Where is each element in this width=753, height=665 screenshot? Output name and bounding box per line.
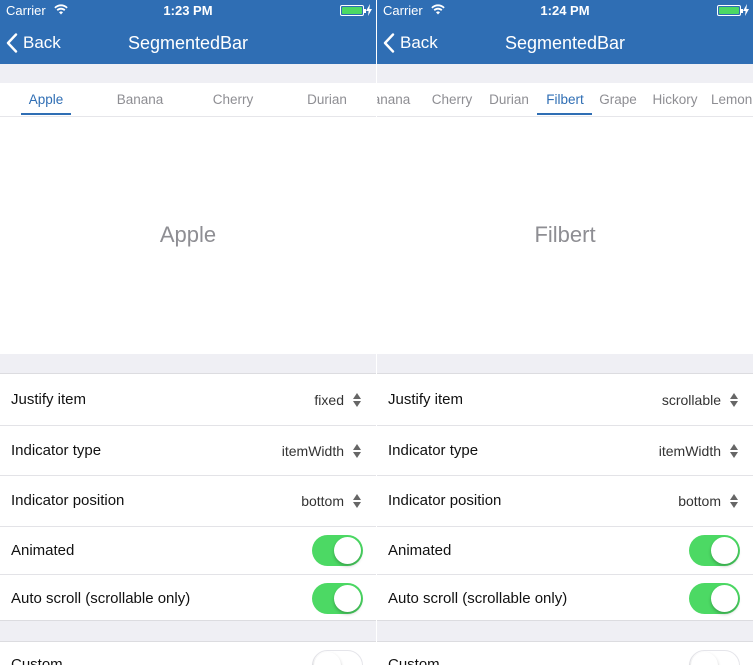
nav-title: SegmentedBar — [504, 33, 626, 53]
auto-scroll-toggle[interactable] — [312, 582, 363, 614]
setting-label: Auto scroll (scrollable only) — [11, 589, 191, 607]
screen-right: Carrier 1:24 PM Back SegmentedBar Banana… — [377, 0, 753, 665]
up-down-arrows-icon — [730, 494, 738, 508]
up-down-arrows-icon — [730, 443, 738, 458]
setting-custom: Custom — [0, 642, 376, 665]
segmented-bar: Banana Cherry Durian Filbert Grape Hicko… — [377, 83, 753, 117]
segment-indicator — [21, 113, 71, 115]
status-time: 1:24 PM — [540, 3, 590, 18]
setting-label: Indicator type — [11, 441, 102, 459]
section-spacer — [377, 64, 753, 83]
segment-durian[interactable]: Durian — [485, 83, 533, 116]
setting-label: Indicator position — [11, 492, 125, 509]
setting-label: Auto scroll (scrollable only) — [388, 589, 568, 607]
content-area: Filbert — [377, 118, 753, 354]
setting-label: Justify item — [388, 391, 464, 408]
nav-title: SegmentedBar — [127, 33, 249, 53]
setting-label: Justify item — [11, 391, 87, 408]
setting-custom: Custom — [377, 642, 753, 665]
auto-scroll-toggle[interactable] — [689, 582, 740, 614]
section-spacer — [377, 620, 753, 642]
segment-banana[interactable]: Banana — [377, 83, 417, 116]
segment-indicator — [537, 113, 592, 115]
screen-left: Carrier 1:23 PM Back SegmentedBar Apple … — [0, 0, 376, 665]
setting-label: Custom — [388, 656, 440, 665]
animated-toggle[interactable] — [689, 534, 740, 566]
segment-lemon[interactable]: Lemon — [711, 83, 753, 116]
up-down-arrows-icon — [730, 393, 738, 407]
setting-justify-item[interactable]: Justify item scrollable — [377, 375, 753, 426]
setting-indicator-type[interactable]: Indicator type itemWidth — [377, 426, 753, 476]
navigation-bar: Carrier 1:24 PM Back SegmentedBar — [377, 0, 753, 64]
segment-filbert[interactable]: Filbert — [539, 83, 591, 116]
setting-label: Custom — [11, 656, 63, 665]
settings-list: Justify item scrollable Indicator type i… — [377, 375, 753, 623]
segment-durian[interactable]: Durian — [300, 83, 354, 116]
animated-toggle[interactable] — [312, 534, 363, 566]
setting-justify-item[interactable]: Justify item fixed — [0, 375, 376, 426]
custom-toggle[interactable] — [312, 650, 363, 665]
content-label: Apple — [159, 222, 217, 247]
section-spacer — [0, 620, 376, 642]
status-time: 1:23 PM — [163, 3, 213, 18]
section-spacer — [0, 64, 376, 83]
segment-hickory[interactable]: Hickory — [649, 83, 701, 116]
setting-auto-scroll: Auto scroll (scrollable only) — [0, 575, 376, 623]
setting-label: Animated — [388, 541, 452, 559]
setting-indicator-type[interactable]: Indicator type itemWidth — [0, 426, 376, 476]
battery-icon — [340, 5, 366, 16]
setting-label: Indicator type — [388, 441, 479, 459]
segmented-bar: Apple Banana Cherry Durian — [0, 83, 376, 117]
setting-label: Animated — [11, 541, 75, 559]
segment-apple[interactable]: Apple — [20, 83, 72, 116]
up-down-arrows-icon — [353, 443, 361, 458]
segment-cherry[interactable]: Cherry — [205, 83, 261, 116]
navigation-bar: Carrier 1:23 PM Back SegmentedBar — [0, 0, 376, 64]
setting-value: bottom — [678, 493, 721, 509]
setting-value: fixed — [314, 392, 344, 408]
setting-value: itemWidth — [281, 442, 344, 459]
segment-banana[interactable]: Banana — [110, 83, 170, 116]
setting-indicator-position[interactable]: Indicator position bottom — [0, 476, 376, 527]
segment-grape[interactable]: Grape — [597, 83, 639, 116]
up-down-arrows-icon — [353, 494, 361, 508]
content-area: Apple — [0, 118, 376, 354]
battery-icon — [717, 5, 743, 16]
charging-bolt-icon — [743, 4, 749, 16]
status-bar: Carrier 1:24 PM — [377, 0, 753, 20]
settings-list: Justify item fixed Indicator type itemWi… — [0, 375, 376, 623]
custom-toggle[interactable] — [689, 650, 740, 665]
setting-label: Indicator position — [388, 492, 502, 509]
setting-value: bottom — [301, 493, 344, 509]
content-label: Filbert — [534, 222, 596, 247]
setting-animated: Animated — [377, 527, 753, 575]
setting-animated: Animated — [0, 527, 376, 575]
setting-auto-scroll: Auto scroll (scrollable only) — [377, 575, 753, 623]
setting-indicator-position[interactable]: Indicator position bottom — [377, 476, 753, 527]
setting-value: itemWidth — [658, 442, 721, 459]
setting-value: scrollable — [661, 392, 721, 408]
segment-cherry[interactable]: Cherry — [427, 83, 477, 116]
charging-bolt-icon — [366, 4, 372, 16]
section-spacer — [377, 354, 753, 374]
section-spacer — [0, 354, 376, 374]
status-bar: Carrier 1:23 PM — [0, 0, 376, 20]
up-down-arrows-icon — [353, 393, 361, 407]
